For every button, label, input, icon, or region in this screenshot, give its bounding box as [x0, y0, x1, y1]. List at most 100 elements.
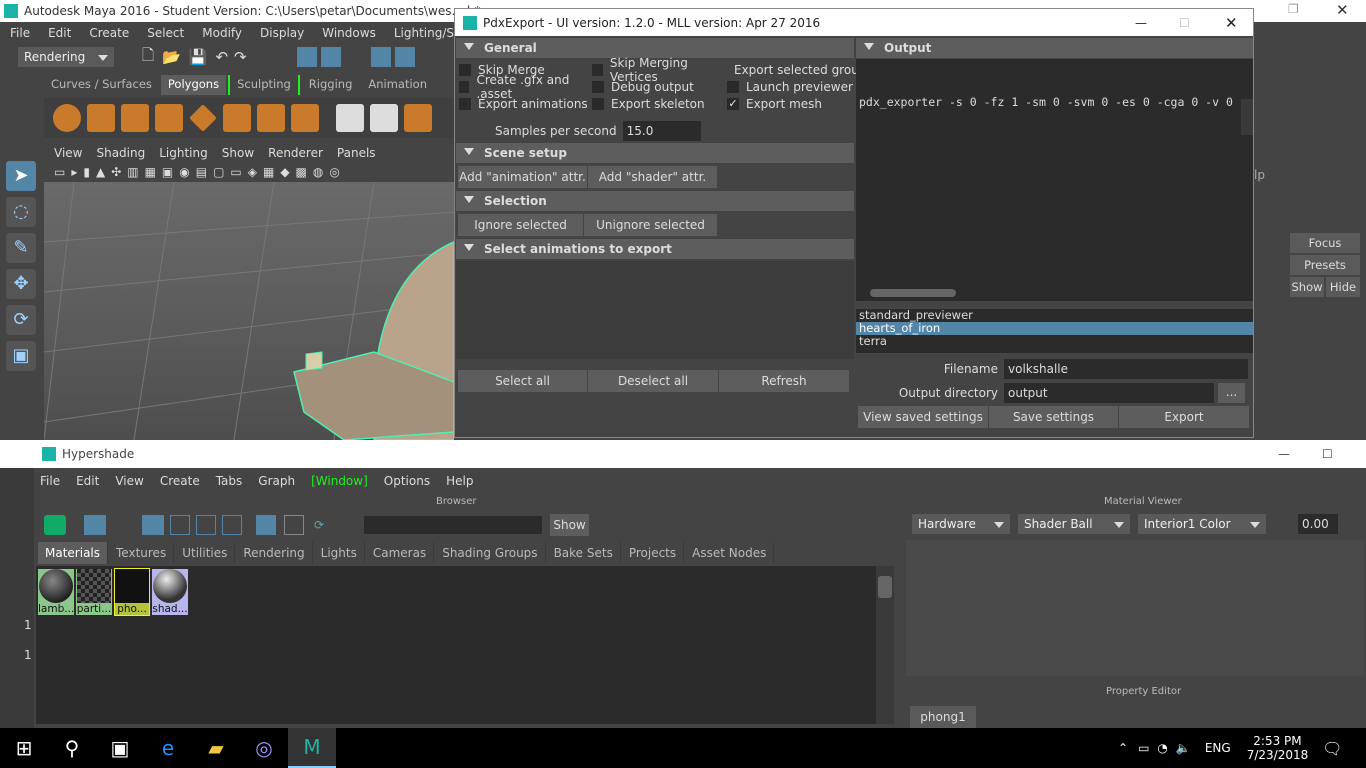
browser-scrollbar[interactable] — [876, 566, 894, 724]
vp-menu-panels[interactable]: Panels — [337, 146, 376, 160]
redo-icon[interactable]: ↷ — [234, 48, 247, 66]
material-swatch-shader[interactable]: shad... — [152, 569, 188, 615]
swatch-view-icon[interactable] — [84, 515, 106, 535]
undo-icon[interactable]: ↶ — [215, 48, 228, 66]
poly-cylinder-icon[interactable] — [121, 104, 149, 132]
media-app-icon[interactable]: ◎ — [240, 728, 288, 768]
maya-menu-select[interactable]: Select — [147, 26, 184, 40]
tab-projects[interactable]: Projects — [622, 542, 685, 564]
view-saved-settings-button[interactable]: View saved settings — [858, 406, 989, 428]
tab-lights[interactable]: Lights — [314, 542, 365, 564]
maya-menu-create[interactable]: Create — [89, 26, 129, 40]
poly-pyramid-icon[interactable] — [257, 104, 285, 132]
shelf-tab-sculpting[interactable]: Sculpting — [228, 75, 300, 95]
browser-search-input[interactable] — [364, 516, 543, 534]
maya-menu-modify[interactable]: Modify — [202, 26, 242, 40]
presets-button[interactable]: Presets — [1290, 255, 1360, 275]
toggle-on-icon[interactable] — [44, 515, 66, 535]
poly-cone-icon[interactable] — [155, 104, 183, 132]
sort-icon[interactable] — [256, 515, 276, 535]
tray-wifi-icon[interactable]: ◔ — [1157, 741, 1167, 755]
animations-list[interactable] — [456, 261, 854, 359]
viewport-tool-icons[interactable]: ▭▸▮▲✣▥▦▣◉▤▢▭◈▦◆▩◍◎ — [54, 165, 346, 179]
exposure-input[interactable]: 0.00 — [1298, 514, 1338, 534]
focus-button[interactable]: Focus — [1290, 233, 1360, 253]
hide-button[interactable]: Hide — [1326, 277, 1360, 297]
language-indicator[interactable]: ENG — [1205, 741, 1231, 755]
browser-show-button[interactable]: Show — [550, 514, 591, 536]
vp-menu-renderer[interactable]: Renderer — [268, 146, 323, 160]
file-explorer-icon[interactable]: ▰ — [192, 728, 240, 768]
refresh-icon[interactable]: ⟳ — [314, 518, 324, 532]
scale-tool-icon[interactable]: ▣ — [6, 341, 36, 371]
target-item-hearts-of-iron[interactable]: hearts_of_iron — [856, 322, 1253, 335]
output-hscrollbar[interactable] — [870, 289, 956, 297]
hs-menu-file[interactable]: File — [40, 474, 60, 488]
tab-cameras[interactable]: Cameras — [366, 542, 435, 564]
pdx-maximize-icon[interactable]: ☐ — [1179, 16, 1190, 30]
shape-dropdown[interactable]: Shader Ball — [1018, 514, 1130, 534]
launch-previewer-checkbox[interactable]: Launch previewer — [727, 78, 859, 95]
unignore-joints-button[interactable]: Unignore selected Joints — [584, 214, 718, 254]
new-scene-icon[interactable]: 🗋 — [142, 45, 154, 70]
samples-input[interactable]: 15.0 — [622, 121, 701, 141]
size-large-icon[interactable] — [222, 515, 242, 535]
vp-menu-shading[interactable]: Shading — [96, 146, 145, 160]
maya-restore-icon[interactable]: ❐ — [1288, 2, 1299, 16]
notification-icon[interactable]: 🗨 — [1322, 739, 1342, 758]
hypershade-minimize-icon[interactable]: — — [1278, 447, 1290, 461]
material-viewer[interactable] — [906, 540, 1364, 676]
snap-grid-icon[interactable] — [370, 47, 391, 67]
select-hierarchy-icon[interactable] — [296, 47, 317, 67]
maya-close-icon[interactable]: ✕ — [1336, 1, 1349, 19]
size-small-icon[interactable] — [170, 515, 190, 535]
export-skeleton-checkbox[interactable]: Export skeleton — [592, 95, 727, 112]
create-gfx-asset-checkbox[interactable]: Create .gfx and .asset — [459, 73, 592, 101]
separate-icon[interactable] — [370, 104, 398, 132]
snap-curve-icon[interactable] — [394, 47, 415, 67]
tab-bake-sets[interactable]: Bake Sets — [547, 542, 621, 564]
skip-merging-vertices-checkbox[interactable]: Skip Merging Vertices — [592, 56, 727, 84]
hs-menu-tabs[interactable]: Tabs — [216, 474, 243, 488]
maya-menu-display[interactable]: Display — [260, 26, 304, 40]
edge-icon[interactable]: e — [144, 728, 192, 768]
deselect-all-button[interactable]: Deselect all — [588, 370, 719, 392]
shelf-tab-rigging[interactable]: Rigging — [302, 75, 360, 95]
tab-textures[interactable]: Textures — [109, 542, 175, 564]
maya-menu-file[interactable]: File — [10, 26, 30, 40]
command-output-area[interactable]: pdx_exporter -s 0 -fz 1 -sm 0 -svm 0 -es… — [856, 59, 1253, 301]
filter-icon[interactable] — [284, 515, 304, 535]
show-button[interactable]: Show — [1290, 277, 1324, 297]
lasso-tool-icon[interactable]: ◌ — [6, 197, 36, 227]
tab-rendering[interactable]: Rendering — [236, 542, 313, 564]
export-button[interactable]: Export — [1119, 406, 1250, 428]
shelf-tab-curves[interactable]: Curves / Surfaces — [44, 75, 159, 95]
poly-torus-icon[interactable] — [223, 104, 251, 132]
save-scene-icon[interactable]: 💾 — [189, 48, 208, 66]
move-tool-icon[interactable]: ✥ — [6, 269, 36, 299]
list-view-icon[interactable] — [142, 515, 164, 535]
hs-menu-help[interactable]: Help — [446, 474, 473, 488]
debug-output-checkbox[interactable]: Debug output — [592, 78, 727, 95]
browse-button[interactable]: ... — [1218, 383, 1246, 403]
export-mesh-checkbox[interactable]: ✓ Export mesh — [727, 95, 859, 112]
selection-header[interactable]: Selection — [456, 191, 854, 211]
pdx-minimize-icon[interactable]: — — [1135, 16, 1147, 30]
task-view-icon[interactable]: ▣ — [96, 728, 144, 768]
target-item-terra[interactable]: terra — [856, 335, 1253, 348]
save-settings-button[interactable]: Save settings — [989, 406, 1119, 428]
maya-menu-windows[interactable]: Windows — [322, 26, 376, 40]
refresh-button[interactable]: Refresh — [719, 370, 850, 392]
vp-menu-view[interactable]: View — [54, 146, 82, 160]
maya-taskbar-icon[interactable]: M — [288, 728, 336, 768]
environment-dropdown[interactable]: Interior1 Color — [1138, 514, 1266, 534]
vp-menu-lighting[interactable]: Lighting — [159, 146, 208, 160]
output-directory-input[interactable]: output — [1004, 383, 1214, 403]
poly-plane-icon[interactable] — [189, 104, 217, 132]
shelf-tab-animation[interactable]: Animation — [361, 75, 434, 95]
export-selected-group-checkbox[interactable]: Export selected group — [727, 61, 866, 78]
poly-sphere-icon[interactable] — [53, 104, 81, 132]
mode-dropdown[interactable]: Rendering — [18, 47, 114, 67]
tray-speaker-icon[interactable]: 🔈 — [1176, 741, 1191, 755]
hs-menu-options[interactable]: Options — [384, 474, 430, 488]
